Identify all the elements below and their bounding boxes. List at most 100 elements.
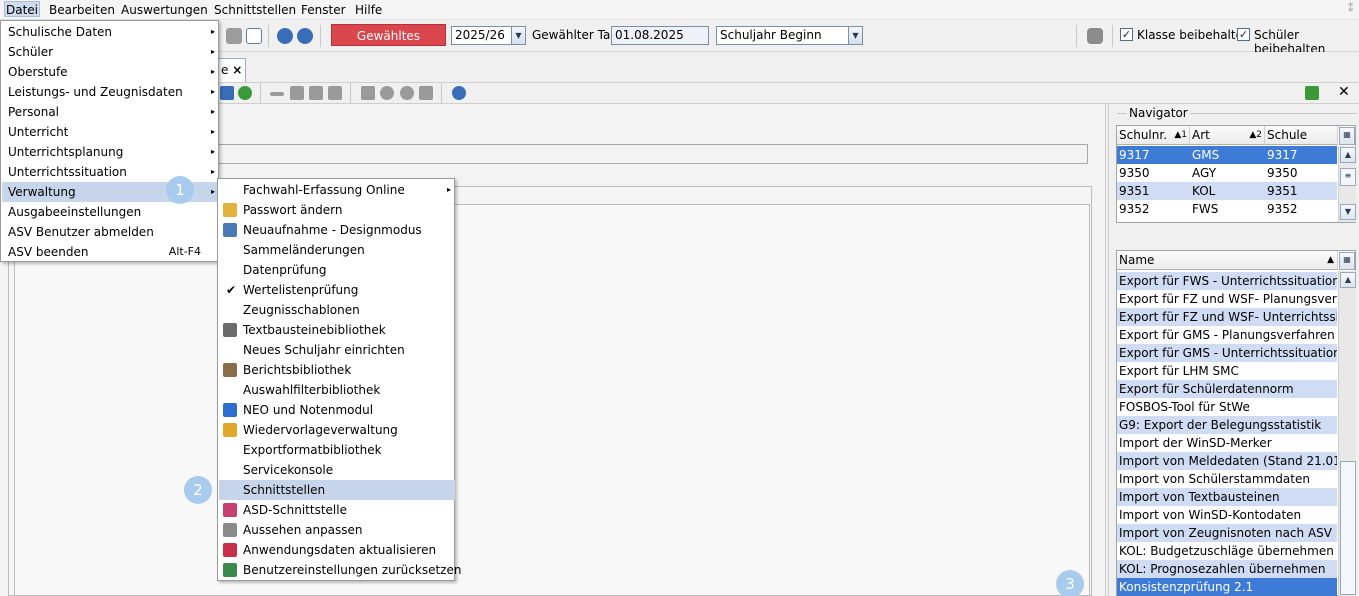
close-icon[interactable]: ✕ (1338, 84, 1350, 100)
schuljahr-select[interactable]: 2025/26 ▼ (451, 26, 526, 45)
scissors-icon[interactable] (290, 86, 304, 100)
table-row[interactable]: 9351 KOL 9351 (1117, 182, 1337, 200)
submenu-item-asd-schnittstelle[interactable]: ASD-Schnittstelle (219, 500, 455, 520)
chevron-up-icon[interactable]: ▲ (1340, 147, 1356, 163)
print-icon[interactable] (361, 86, 375, 100)
menu-item-personal[interactable]: Personal ▸ (2, 102, 219, 122)
arrow-left-icon[interactable] (270, 92, 284, 96)
schuljahr-button[interactable]: Gewähltes Schuljahr (331, 24, 446, 65)
submenu-item-neo-und-notenmodul[interactable]: NEO und Notenmodul (219, 400, 455, 420)
submenu-item-wertelistenprüfung[interactable]: ✔ Wertelistenprüfung (219, 280, 455, 300)
menu-hilfe[interactable]: Hilfe (355, 2, 382, 18)
menu-item-schüler[interactable]: Schüler ▸ (2, 42, 219, 62)
submenu-item-datenprüfung[interactable]: Datenprüfung (219, 260, 455, 280)
close-icon[interactable]: × (232, 63, 242, 77)
scrollbar[interactable]: ▲ (1338, 271, 1356, 596)
list-item[interactable]: Konsistenzprüfung 2.1 (1117, 578, 1337, 596)
menu-fenster[interactable]: Fenster (301, 2, 346, 18)
list-item[interactable]: Import von Zeugnisnoten nach ASV (1117, 524, 1337, 542)
scrollbar[interactable]: ▲ ≡ ▼ (1338, 146, 1356, 222)
copy-icon[interactable] (226, 28, 242, 44)
list-item[interactable]: Export für LHM SMC (1117, 362, 1337, 380)
menu-item-oberstufe[interactable]: Oberstufe ▸ (2, 62, 219, 82)
menu-item-schulische-daten[interactable]: Schulische Daten ▸ (2, 22, 219, 42)
list-item[interactable]: Export für GMS - Unterrichtssituation (S… (1117, 344, 1337, 362)
lock-icon[interactable] (1087, 28, 1103, 44)
column-header-name[interactable]: Name ▲ (1117, 251, 1338, 270)
table-row[interactable]: 9352 FWS 9352 (1117, 200, 1337, 218)
tag-field[interactable]: 01.08.2025 (611, 26, 709, 45)
period-select[interactable]: Schuljahr Beginn ▼ (716, 26, 863, 45)
list-item[interactable]: Import von Textbausteinen (1117, 488, 1337, 506)
list-item[interactable]: Import von Meldedaten (Stand 21.01.2019) (1117, 452, 1337, 470)
submenu-item-servicekonsole[interactable]: Servicekonsole (219, 460, 455, 480)
column-header-art[interactable]: Art ▲2 (1190, 126, 1265, 145)
refresh-icon[interactable] (238, 86, 252, 100)
submenu-item-benutzereinstellungen-zurücksetzen[interactable]: Benutzereinstellungen zurücksetzen (219, 560, 461, 580)
list-item[interactable]: Export für GMS - Planungsverfahren (St..… (1117, 326, 1337, 344)
submenu-item-exportformatbibliothek[interactable]: Exportformatbibliothek (219, 440, 455, 460)
preview-icon[interactable] (380, 86, 394, 100)
menu-item-unterricht[interactable]: Unterricht ▸ (2, 122, 219, 142)
paste-icon[interactable] (328, 86, 342, 100)
list-item[interactable]: FOSBOS-Tool für StWe (1117, 398, 1337, 416)
list-item[interactable]: Import der WinSD-Merker (1117, 434, 1337, 452)
table-row[interactable]: 9350 AGY 9350 (1117, 164, 1337, 182)
list-item[interactable]: Export für FZ und WSF- Planungsverfahr..… (1117, 290, 1337, 308)
window-icon[interactable] (246, 28, 262, 44)
chevron-down-icon[interactable]: ▼ (1340, 204, 1356, 220)
list-item[interactable]: Export für FWS - Unterrichtssituation (S… (1117, 272, 1337, 290)
submenu-item-aussehen-anpassen[interactable]: Aussehen anpassen (219, 520, 455, 540)
list-item[interactable]: Export für Schülerdatennorm (1117, 380, 1337, 398)
chevron-up-icon[interactable]: ▲ (1340, 272, 1356, 288)
submenu-item-textbausteinebibliothek[interactable]: Textbausteinebibliothek (219, 320, 455, 340)
submenu-item-sammeländerungen[interactable]: Sammeländerungen (219, 240, 455, 260)
help-icon[interactable] (297, 28, 313, 44)
klasse-beibehalten-checkbox[interactable]: ✓ (1120, 28, 1133, 41)
menu-item-asv-benutzer-abmelden[interactable]: ASV Benutzer abmelden (2, 222, 219, 242)
copy-icon[interactable] (309, 86, 323, 100)
menu-item-leistungs-und-zeugnisdaten[interactable]: Leistungs- und Zeugnisdaten ▸ (2, 82, 219, 102)
submenu-item-wiedervorlageverwaltung[interactable]: Wiedervorlageverwaltung (219, 420, 455, 440)
list-item[interactable]: KOL: Prognosezahlen übernehmen (1117, 560, 1337, 578)
schueler-beibehalten-checkbox[interactable]: ✓ (1237, 28, 1250, 41)
menu-auswertungen[interactable]: Auswertungen (121, 2, 208, 18)
info-icon[interactable] (277, 28, 293, 44)
menu-item-ausgabeeinstellungen[interactable]: Ausgabeeinstellungen (2, 202, 219, 222)
list-item[interactable]: Export für FZ und WSF- Unterrichtssituat… (1117, 308, 1337, 326)
column-chooser-icon[interactable]: ▦ (1339, 252, 1355, 270)
chevron-down-icon[interactable]: ▼ (848, 27, 862, 44)
scroll-thumb[interactable]: ≡ (1340, 168, 1356, 186)
menu-bearbeiten[interactable]: Bearbeiten (49, 2, 115, 18)
list-item[interactable]: KOL: Budgetzuschläge übernehmen (1117, 542, 1337, 560)
submenu-item-zeugnisschablonen[interactable]: Zeugnisschablonen (219, 300, 455, 320)
menu-datei[interactable]: Datei (4, 1, 41, 17)
submenu-item-fachwahl-erfassung-online[interactable]: Fachwahl-Erfassung Online ▸ (219, 180, 455, 200)
submenu-item-neues-schuljahr-einrichten[interactable]: Neues Schuljahr einrichten (219, 340, 455, 360)
list-item[interactable]: G9: Export der Belegungsstatistik (1117, 416, 1337, 434)
scroll-thumb[interactable] (1340, 461, 1356, 595)
submenu-item-berichtsbibliothek[interactable]: Berichtsbibliothek (219, 360, 455, 380)
list-item[interactable]: Import von WinSD-Kontodaten (1117, 506, 1337, 524)
submenu-item-neuaufnahme-designmodus[interactable]: Neuaufnahme - Designmodus (219, 220, 455, 240)
column-chooser-icon[interactable]: ▦ (1339, 127, 1355, 145)
column-header-schulnr[interactable]: Schulnr. ▲1 (1117, 126, 1190, 145)
help-icon[interactable] (452, 86, 466, 100)
submenu-item-anwendungsdaten-aktualisieren[interactable]: Anwendungsdaten aktualisieren (219, 540, 455, 560)
menu-item-asv-beenden[interactable]: ASV beenden Alt-F4 (2, 242, 219, 262)
submenu-item-auswahlfilterbibliothek[interactable]: Auswahlfilterbibliothek (219, 380, 455, 400)
form-field[interactable] (218, 144, 1088, 164)
submenu-item-schnittstellen[interactable]: Schnittstellen (219, 480, 455, 500)
submenu-item-passwort-ändern[interactable]: Passwort ändern (219, 200, 455, 220)
chevron-down-icon[interactable]: ▼ (511, 27, 525, 44)
last-record-icon[interactable] (220, 86, 234, 100)
document-tab[interactable]: e × (216, 58, 246, 82)
menu-item-unterrichtsplanung[interactable]: Unterrichtsplanung ▸ (2, 142, 219, 162)
bulb-icon[interactable] (400, 86, 414, 100)
sync-icon[interactable] (1305, 86, 1319, 100)
table-row[interactable]: 9317 GMS 9317 (1117, 146, 1337, 164)
menu-schnittstellen[interactable]: Schnittstellen (214, 2, 296, 18)
column-header-schule[interactable]: Schule (1265, 126, 1338, 145)
bell-icon[interactable] (419, 86, 433, 100)
list-item[interactable]: Import von Schülerstammdaten (1117, 470, 1337, 488)
